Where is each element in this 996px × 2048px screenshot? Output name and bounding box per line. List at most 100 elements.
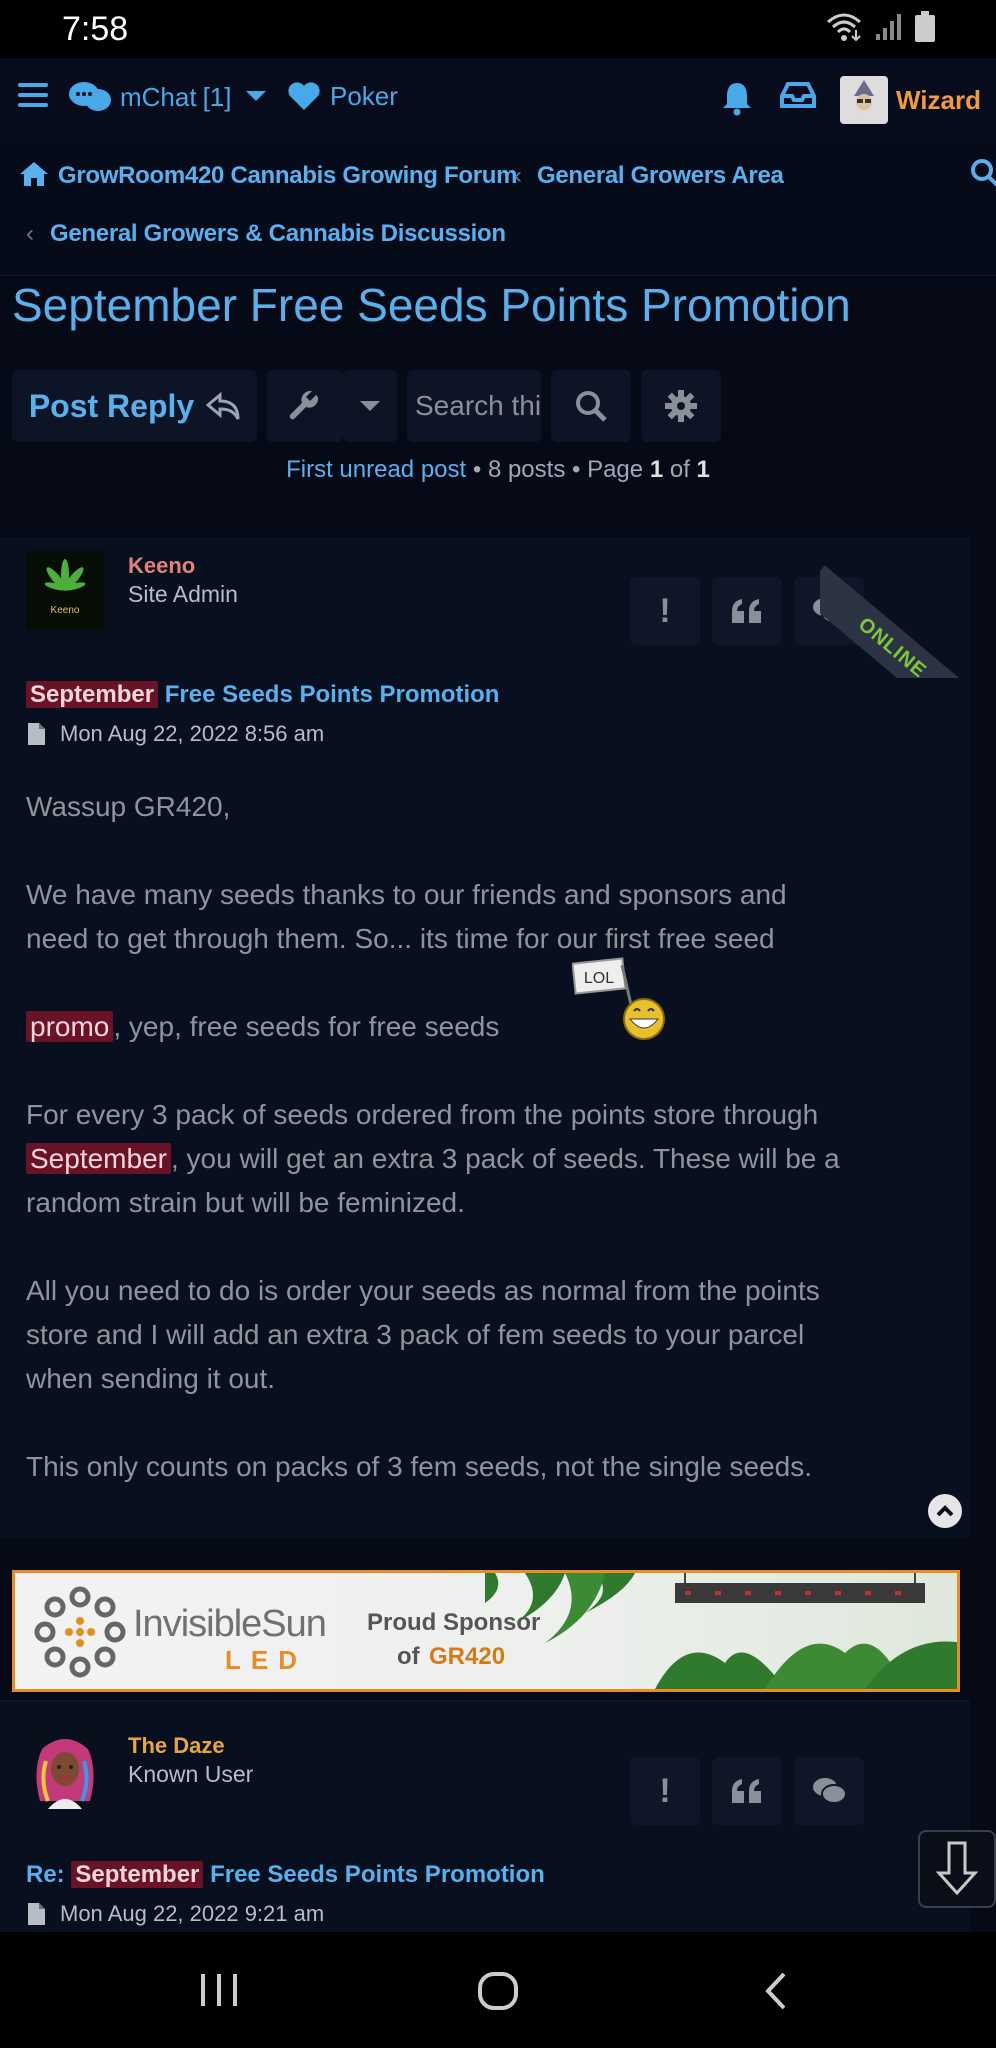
home-icon[interactable] bbox=[18, 160, 50, 188]
pm-button[interactable] bbox=[794, 1757, 864, 1825]
mchat-button[interactable]: mChat [1] bbox=[68, 80, 270, 114]
topic-tools-button[interactable] bbox=[267, 370, 343, 442]
post-reply-label: Post Reply bbox=[28, 387, 195, 424]
post-author[interactable]: Keeno bbox=[128, 553, 195, 579]
post-line: when sending it out. bbox=[26, 1363, 276, 1394]
hamburger-menu-button[interactable] bbox=[16, 80, 50, 110]
quote-button[interactable] bbox=[712, 1757, 782, 1825]
sponsor-brand: InvisibleSun bbox=[133, 1603, 327, 1645]
page-total: 1 bbox=[696, 456, 710, 483]
breadcrumb-separator: ‹ bbox=[514, 162, 522, 189]
search-icon bbox=[576, 391, 607, 422]
post-subject-text: Free Seeds Points Promotion bbox=[164, 681, 500, 708]
avatar-caption: Keeno bbox=[51, 605, 80, 616]
post-reply-button[interactable]: Post Reply bbox=[12, 370, 257, 442]
chat-bubbles-icon bbox=[69, 82, 111, 111]
user-avatar bbox=[840, 76, 888, 124]
post-content: Wassup GR420, We have many seeds thanks … bbox=[26, 785, 946, 1505]
advanced-search-button[interactable] bbox=[641, 370, 721, 442]
inbox-icon bbox=[780, 82, 816, 108]
pagination-separator: • bbox=[572, 456, 588, 483]
avatar[interactable] bbox=[26, 1731, 104, 1809]
search-icon[interactable] bbox=[970, 158, 996, 190]
topic-search-input[interactable]: Search this topic bbox=[407, 370, 541, 442]
post-date-text: Mon Aug 22, 2022 9:21 am bbox=[60, 1901, 325, 1926]
report-button[interactable]: ! bbox=[630, 577, 700, 645]
top-navbar: mChat [1] Poker Wizard bbox=[0, 58, 996, 144]
post-line: random strain but will be feminized. bbox=[26, 1187, 465, 1218]
post-date-text: Mon Aug 22, 2022 8:56 am bbox=[60, 721, 325, 746]
quote-icon bbox=[732, 599, 761, 623]
post-line: promo, yep, free seeds for free seeds bbox=[26, 1005, 499, 1049]
notifications-button[interactable] bbox=[720, 80, 754, 116]
back-to-top-button[interactable] bbox=[928, 1494, 962, 1528]
sponsor-tagline-of: of bbox=[397, 1643, 420, 1670]
file-icon[interactable] bbox=[26, 722, 46, 746]
post-subject-prefix: Re: bbox=[26, 1861, 65, 1888]
page-current: 1 bbox=[649, 456, 664, 483]
quote-button[interactable] bbox=[712, 577, 782, 645]
mchat-count: [1] bbox=[202, 81, 232, 112]
topic-search-button[interactable] bbox=[551, 370, 631, 442]
online-ribbon: ONLINE bbox=[820, 538, 970, 678]
avatar[interactable]: Keeno bbox=[26, 551, 104, 629]
page-title[interactable]: September Free Seeds Points Promotion bbox=[12, 278, 851, 332]
post-line-text: , yep, free seeds for free seeds bbox=[113, 1011, 500, 1042]
quote-icon bbox=[732, 1779, 761, 1803]
heart-icon bbox=[288, 82, 320, 110]
gear-icon bbox=[665, 390, 697, 422]
post: The Daze Known User ! Re: September Free… bbox=[0, 1700, 970, 1932]
file-icon[interactable] bbox=[26, 1902, 46, 1926]
grow-light-plants-image bbox=[485, 1573, 957, 1689]
status-bar: 7:58 bbox=[0, 0, 996, 58]
private-messages-button[interactable] bbox=[780, 80, 816, 110]
wizard-avatar-icon bbox=[854, 80, 874, 118]
topic-action-bar: Post Reply Search this topic bbox=[12, 370, 721, 442]
post-line: need to get through them. So... its time… bbox=[26, 923, 775, 954]
post-line: We have many seeds thanks to our friends… bbox=[26, 879, 787, 910]
of-word: of bbox=[669, 456, 690, 483]
post-date: Mon Aug 22, 2022 9:21 am bbox=[26, 1901, 324, 1927]
topic-search-placeholder: Search this topic bbox=[415, 390, 541, 421]
post-subject[interactable]: Re: September Free Seeds Points Promotio… bbox=[26, 1861, 545, 1889]
pagination-separator: • bbox=[472, 456, 488, 483]
sponsor-banner[interactable]: InvisibleSun LED Proud Sponsor of GR420 bbox=[12, 1570, 960, 1692]
recent-apps-icon[interactable] bbox=[198, 1970, 240, 2010]
poker-link[interactable]: Poker bbox=[286, 80, 398, 112]
android-nav-bar bbox=[0, 1932, 996, 2048]
online-status: ONLINE bbox=[820, 565, 970, 678]
status-icons bbox=[824, 10, 936, 44]
sponsor-brand-sub: LED bbox=[225, 1645, 307, 1675]
post-count: 8 posts bbox=[487, 456, 566, 483]
chevron-up-icon bbox=[936, 1505, 954, 1517]
exclamation-icon: ! bbox=[659, 591, 671, 630]
post-date: Mon Aug 22, 2022 8:56 am bbox=[26, 721, 324, 747]
post-line: All you need to do is order your seeds a… bbox=[26, 1275, 820, 1306]
breadcrumb-forum[interactable]: General Growers & Cannabis Discussion bbox=[50, 220, 506, 248]
first-unread-link[interactable]: First unread post bbox=[286, 456, 466, 483]
topic-tools-dropdown[interactable] bbox=[343, 370, 397, 442]
wifi-icon bbox=[827, 13, 861, 42]
comments-icon bbox=[813, 1778, 847, 1804]
post-line: Wassup GR420, bbox=[26, 791, 231, 822]
battery-icon bbox=[915, 11, 935, 42]
bell-icon bbox=[723, 83, 751, 116]
search-highlight: September bbox=[26, 681, 159, 708]
post-line: For every 3 pack of seeds ordered from t… bbox=[26, 1099, 819, 1130]
reply-icon bbox=[206, 391, 240, 420]
breadcrumb-area[interactable]: General Growers Area bbox=[537, 162, 784, 190]
author-rank: Site Admin bbox=[128, 581, 238, 607]
back-icon[interactable] bbox=[760, 1970, 790, 2012]
breadcrumb-home[interactable]: GrowRoom420 Cannabis Growing Forum bbox=[58, 162, 517, 190]
mchat-label: mChat bbox=[120, 81, 197, 112]
post-author[interactable]: The Daze bbox=[128, 1733, 225, 1759]
scroll-to-bottom-button[interactable] bbox=[918, 1830, 996, 1908]
caret-down-icon bbox=[360, 401, 380, 411]
svg-text:LOL: LOL bbox=[584, 970, 614, 987]
user-menu-button[interactable]: Wizard bbox=[840, 76, 981, 124]
girl-avatar-icon bbox=[36, 1739, 94, 1809]
post-subject[interactable]: September Free Seeds Points Promotion bbox=[26, 681, 499, 709]
home-button-icon[interactable] bbox=[476, 1970, 520, 2012]
report-button[interactable]: ! bbox=[630, 1757, 700, 1825]
post-line: This only counts on packs of 3 fem seeds… bbox=[26, 1451, 812, 1482]
